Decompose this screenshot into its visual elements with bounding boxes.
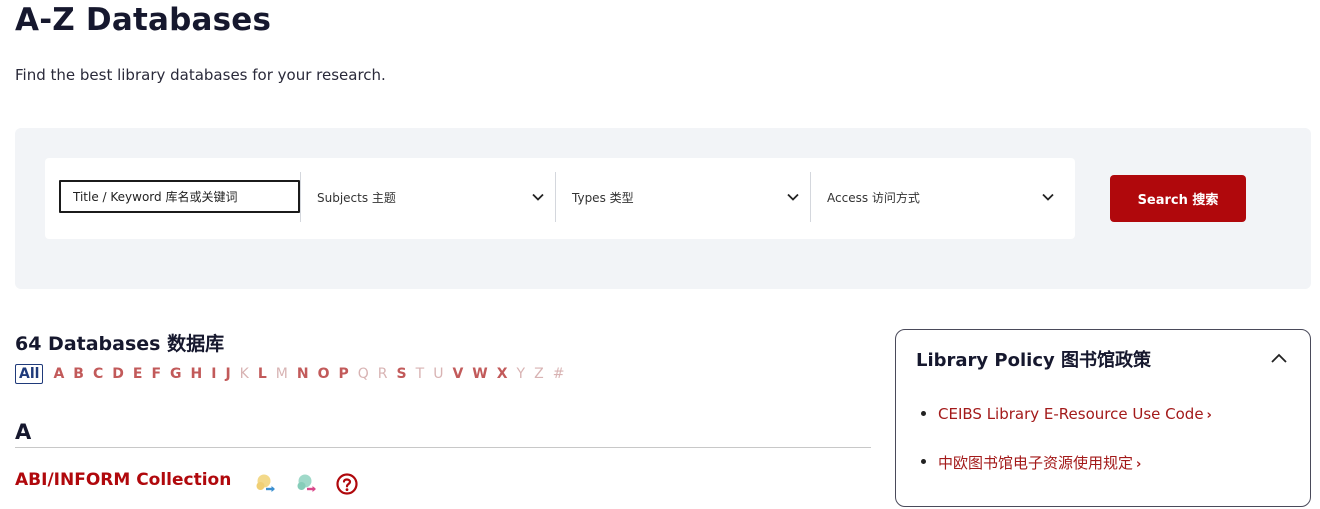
alphabet-letter-j[interactable]: J (225, 366, 230, 382)
alphabet-filter: All A B C D E F G H I J K L M N O P Q R S T U V W X Y Z # (15, 361, 573, 386)
alphabet-letter-t: T (415, 365, 425, 382)
policy-link-label: 中欧图书馆电子资源使用规定 (938, 454, 1134, 472)
policy-panel-title: Library Policy 图书馆政策 (916, 350, 1151, 371)
policy-link-list: CEIBS Library E-Resource Use Code › 中欧图书馆… (920, 404, 1212, 500)
subjects-dropdown[interactable]: Subjects 主题 (300, 172, 555, 222)
database-link[interactable]: ABI/INFORM Collection (15, 470, 231, 490)
alphabet-letter-b[interactable]: B (73, 366, 84, 382)
chevron-down-icon (532, 193, 544, 201)
chevron-up-icon[interactable] (1270, 350, 1288, 368)
policy-link[interactable]: 中欧图书馆电子资源使用规定 › (938, 454, 1141, 472)
search-panel: Subjects 主题 Types 类型 Access 访问方式 Search … (15, 128, 1311, 289)
page-subtitle: Find the best library databases for your… (15, 66, 386, 84)
policy-list-item: 中欧图书馆电子资源使用规定 › (920, 452, 1212, 500)
help-circle-icon[interactable] (335, 472, 359, 496)
alphabet-letter-hash: # (552, 365, 565, 382)
alphabet-letter-h[interactable]: H (191, 366, 203, 382)
alphabet-letter-w[interactable]: W (472, 366, 487, 382)
alphabet-letter-e[interactable]: E (133, 366, 143, 382)
alphabet-letter-s[interactable]: S (397, 366, 407, 382)
alphabet-letter-m: M (275, 365, 288, 382)
alphabet-letter-c[interactable]: C (93, 366, 103, 382)
alphabet-letter-n[interactable]: N (297, 366, 309, 382)
alphabet-letter-r: R (377, 365, 388, 382)
alphabet-letter-o[interactable]: O (318, 366, 330, 382)
alphabet-letter-z: Z (534, 365, 544, 382)
chevron-down-icon (787, 193, 799, 201)
access-dropdown[interactable]: Access 访问方式 (810, 172, 1065, 222)
database-count-heading: 64 Databases 数据库 (15, 333, 225, 355)
alphabet-letter-d[interactable]: D (112, 366, 124, 382)
alphabet-letter-all[interactable]: All (15, 363, 44, 384)
alphabet-letter-q: Q (357, 365, 369, 382)
alphabet-letter-y: Y (516, 365, 526, 382)
access-icon-teal[interactable] (295, 472, 319, 496)
alphabet-letter-u: U (433, 365, 444, 382)
search-button[interactable]: Search 搜索 (1110, 175, 1246, 222)
alphabet-letter-x[interactable]: X (497, 366, 508, 382)
section-divider (15, 447, 871, 448)
search-form: Subjects 主题 Types 类型 Access 访问方式 (45, 158, 1075, 239)
policy-link-label: CEIBS Library E-Resource Use Code (938, 405, 1204, 423)
library-policy-panel: Library Policy 图书馆政策 CEIBS Library E-Res… (895, 329, 1311, 507)
alphabet-letter-v[interactable]: V (452, 366, 463, 382)
alphabet-letter-k: K (239, 365, 249, 382)
alphabet-letter-g[interactable]: G (170, 366, 182, 382)
alphabet-letter-f[interactable]: F (151, 366, 161, 382)
keyword-search-input[interactable] (59, 180, 300, 213)
chevron-right-icon: › (1206, 408, 1212, 423)
alphabet-letter-p[interactable]: P (339, 366, 349, 382)
policy-link[interactable]: CEIBS Library E-Resource Use Code › (938, 405, 1212, 423)
access-icon-yellow[interactable] (254, 472, 278, 496)
alphabet-letter-i[interactable]: I (211, 366, 216, 382)
chevron-down-icon (1042, 193, 1054, 201)
subjects-dropdown-label: Subjects 主题 (317, 190, 396, 205)
types-dropdown[interactable]: Types 类型 (555, 172, 810, 222)
types-dropdown-label: Types 类型 (572, 190, 634, 205)
section-letter-heading: A (15, 420, 32, 444)
access-dropdown-label: Access 访问方式 (827, 190, 920, 205)
policy-list-item: CEIBS Library E-Resource Use Code › (920, 404, 1212, 452)
page-title: A-Z Databases (15, 2, 272, 38)
chevron-right-icon: › (1136, 457, 1142, 472)
alphabet-letter-a[interactable]: A (53, 366, 64, 382)
alphabet-letter-l[interactable]: L (258, 366, 267, 382)
